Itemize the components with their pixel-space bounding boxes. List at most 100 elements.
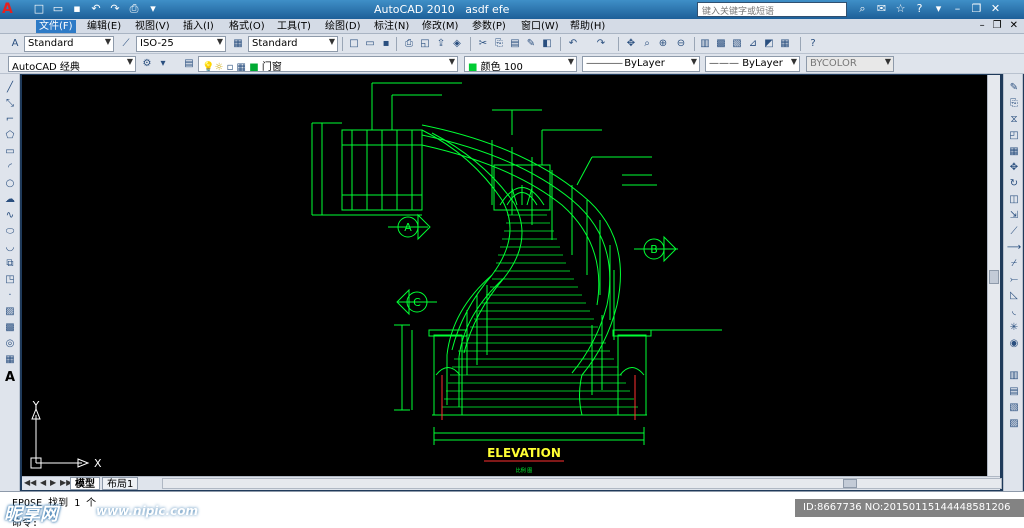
circle-icon[interactable]: ○ — [2, 176, 18, 191]
menu-view[interactable]: 视图(V) — [132, 20, 173, 33]
design-center-icon[interactable]: ▩ — [714, 37, 728, 51]
polygon-icon[interactable]: ⬠ — [2, 128, 18, 143]
markup-icon[interactable]: ◩ — [762, 37, 776, 51]
workspace-settings-icon[interactable]: ⚙ — [140, 57, 154, 71]
tool-palettes-icon[interactable]: ▧ — [730, 37, 744, 51]
workspace-select[interactable]: AutoCAD 经典 ▼ — [8, 56, 136, 72]
region-icon[interactable]: ◎ — [2, 336, 18, 351]
extend-icon[interactable]: ⟶ — [1006, 240, 1022, 255]
doc-minimize-icon[interactable]: – — [980, 20, 985, 31]
minimize-icon[interactable]: – — [951, 2, 964, 16]
open-file-icon[interactable]: ▭ — [51, 2, 65, 16]
dim-style-select[interactable]: ISO-25 ▼ — [136, 36, 226, 52]
arc-icon[interactable]: ◜ — [2, 160, 18, 175]
rotate-icon[interactable]: ↻ — [1006, 176, 1022, 191]
multiline-text-icon[interactable]: A — [2, 370, 18, 385]
text-style-icon[interactable]: A — [8, 37, 22, 51]
layer-manager-icon[interactable]: ▤ — [182, 57, 196, 71]
gradient-icon[interactable]: ▩ — [2, 320, 18, 335]
new-file-icon[interactable]: □ — [32, 2, 46, 16]
undo-icon[interactable]: ↶ — [89, 2, 103, 16]
vertical-scrollbar[interactable] — [987, 75, 1000, 476]
layer-states-icon[interactable]: ▤ — [1006, 384, 1022, 399]
rectangle-icon[interactable]: ▭ — [2, 144, 18, 159]
help-search-input[interactable]: 键入关键字或短语 — [697, 2, 847, 17]
plot-icon[interactable]: ⎙ — [402, 37, 416, 51]
menu-format[interactable]: 格式(O) — [226, 20, 268, 33]
autocad-logo-icon[interactable]: A — [2, 1, 24, 19]
menu-parameters[interactable]: 参数(P) — [469, 20, 509, 33]
tab-layout1[interactable]: 布局1 — [102, 477, 139, 490]
make-block-icon[interactable]: ◳ — [2, 272, 18, 287]
publish-icon[interactable]: ⇪ — [434, 37, 448, 51]
text-style-select[interactable]: Standard ▼ — [24, 36, 114, 52]
save-icon[interactable]: ▪ — [70, 2, 84, 16]
binoculars-icon[interactable]: ⌕ — [856, 2, 869, 16]
redo-icon[interactable]: ↷ — [108, 2, 122, 16]
quickcalc-icon[interactable]: ▦ — [778, 37, 792, 51]
join-icon[interactable]: ⤚ — [1006, 272, 1022, 287]
tab-nav-prev-icon[interactable]: ◀ — [40, 478, 46, 487]
zoom-realtime-icon[interactable]: ⌕ — [640, 37, 654, 51]
spline-icon[interactable]: ∿ — [2, 208, 18, 223]
construction-line-icon[interactable]: ⤡ — [2, 96, 18, 111]
favorites-star-icon[interactable]: ☆ — [894, 2, 907, 16]
tab-nav-next-icon[interactable]: ▶ — [50, 478, 56, 487]
dim-style-icon[interactable]: ⟋ — [119, 37, 133, 51]
save-icon[interactable]: ▪ — [379, 37, 393, 51]
tab-model[interactable]: 模型 — [70, 477, 100, 490]
menu-draw[interactable]: 绘图(D) — [322, 20, 364, 33]
offset-icon[interactable]: ◰ — [1006, 128, 1022, 143]
plot-preview-icon[interactable]: ◱ — [418, 37, 432, 51]
restore-icon[interactable]: ❐ — [970, 2, 983, 16]
point-icon[interactable]: · — [2, 288, 18, 303]
ellipse-arc-icon[interactable]: ◡ — [2, 240, 18, 255]
doc-close-icon[interactable]: ✕ — [1010, 20, 1018, 31]
open-icon[interactable]: ▭ — [363, 37, 377, 51]
horizontal-scroll-thumb[interactable] — [843, 479, 857, 488]
menu-insert[interactable]: 插入(I) — [180, 20, 217, 33]
array-icon[interactable]: ▦ — [1006, 144, 1022, 159]
block-editor-icon[interactable]: ◧ — [540, 37, 554, 51]
insert-block-icon[interactable]: ⧉ — [2, 256, 18, 271]
scale-icon[interactable]: ◫ — [1006, 192, 1022, 207]
chamfer-icon[interactable]: ◺ — [1006, 288, 1022, 303]
match-properties-icon[interactable]: ✎ — [524, 37, 538, 51]
layer-walk-icon[interactable]: ▨ — [1006, 416, 1022, 431]
undo-icon[interactable]: ↶ — [566, 37, 580, 51]
dropdown-arrow-icon[interactable]: ▾ — [932, 2, 945, 16]
menu-dimension[interactable]: 标注(N) — [371, 20, 412, 33]
sheet-set-icon[interactable]: ⊿ — [746, 37, 760, 51]
menu-window[interactable]: 窗口(W) — [518, 20, 562, 33]
revcloud-icon[interactable]: ☁ — [2, 192, 18, 207]
tab-nav-first-icon[interactable]: ◀◀ — [24, 478, 36, 487]
drawing-canvas[interactable]: A B C ELEVATION 比例 图 Y X — [22, 75, 988, 476]
help-icon[interactable]: ? — [806, 37, 820, 51]
pan-icon[interactable]: ✥ — [624, 37, 638, 51]
layer-off-icon[interactable]: ◉ — [1006, 336, 1022, 351]
linetype-select[interactable]: ———— ByLayer ▼ — [582, 56, 700, 72]
paste-icon[interactable]: ▤ — [508, 37, 522, 51]
properties-icon[interactable]: ▥ — [698, 37, 712, 51]
doc-restore-icon[interactable]: ❐ — [993, 20, 1002, 31]
dropdown-arrow-icon[interactable]: ▾ — [146, 2, 160, 16]
workspace-toggle-icon[interactable]: ▾ — [156, 57, 170, 71]
mirror-icon[interactable]: ⧖ — [1006, 112, 1022, 127]
zoom-window-icon[interactable]: ⊕ — [656, 37, 670, 51]
menu-file[interactable]: 文件(F) — [36, 20, 76, 33]
menu-tools[interactable]: 工具(T) — [274, 20, 314, 33]
break-icon[interactable]: ⌿ — [1006, 256, 1022, 271]
move-icon[interactable]: ✥ — [1006, 160, 1022, 175]
plotstyle-select[interactable]: BYCOLOR ▼ — [806, 56, 894, 72]
menu-modify[interactable]: 修改(M) — [419, 20, 461, 33]
communication-center-icon[interactable]: ✉ — [875, 2, 888, 16]
copy-object-icon[interactable]: ⎘ — [1006, 96, 1022, 111]
trim-icon[interactable]: ⟋ — [1006, 224, 1022, 239]
redo-icon[interactable]: ↷ — [594, 37, 608, 51]
copy-icon[interactable]: ⎘ — [492, 37, 506, 51]
properties-panel-icon[interactable]: ▥ — [1006, 368, 1022, 383]
layer-isolate-icon[interactable]: ▧ — [1006, 400, 1022, 415]
explode-icon[interactable]: ✳ — [1006, 320, 1022, 335]
polyline-icon[interactable]: ⌐ — [2, 112, 18, 127]
qnew-icon[interactable]: □ — [347, 37, 361, 51]
